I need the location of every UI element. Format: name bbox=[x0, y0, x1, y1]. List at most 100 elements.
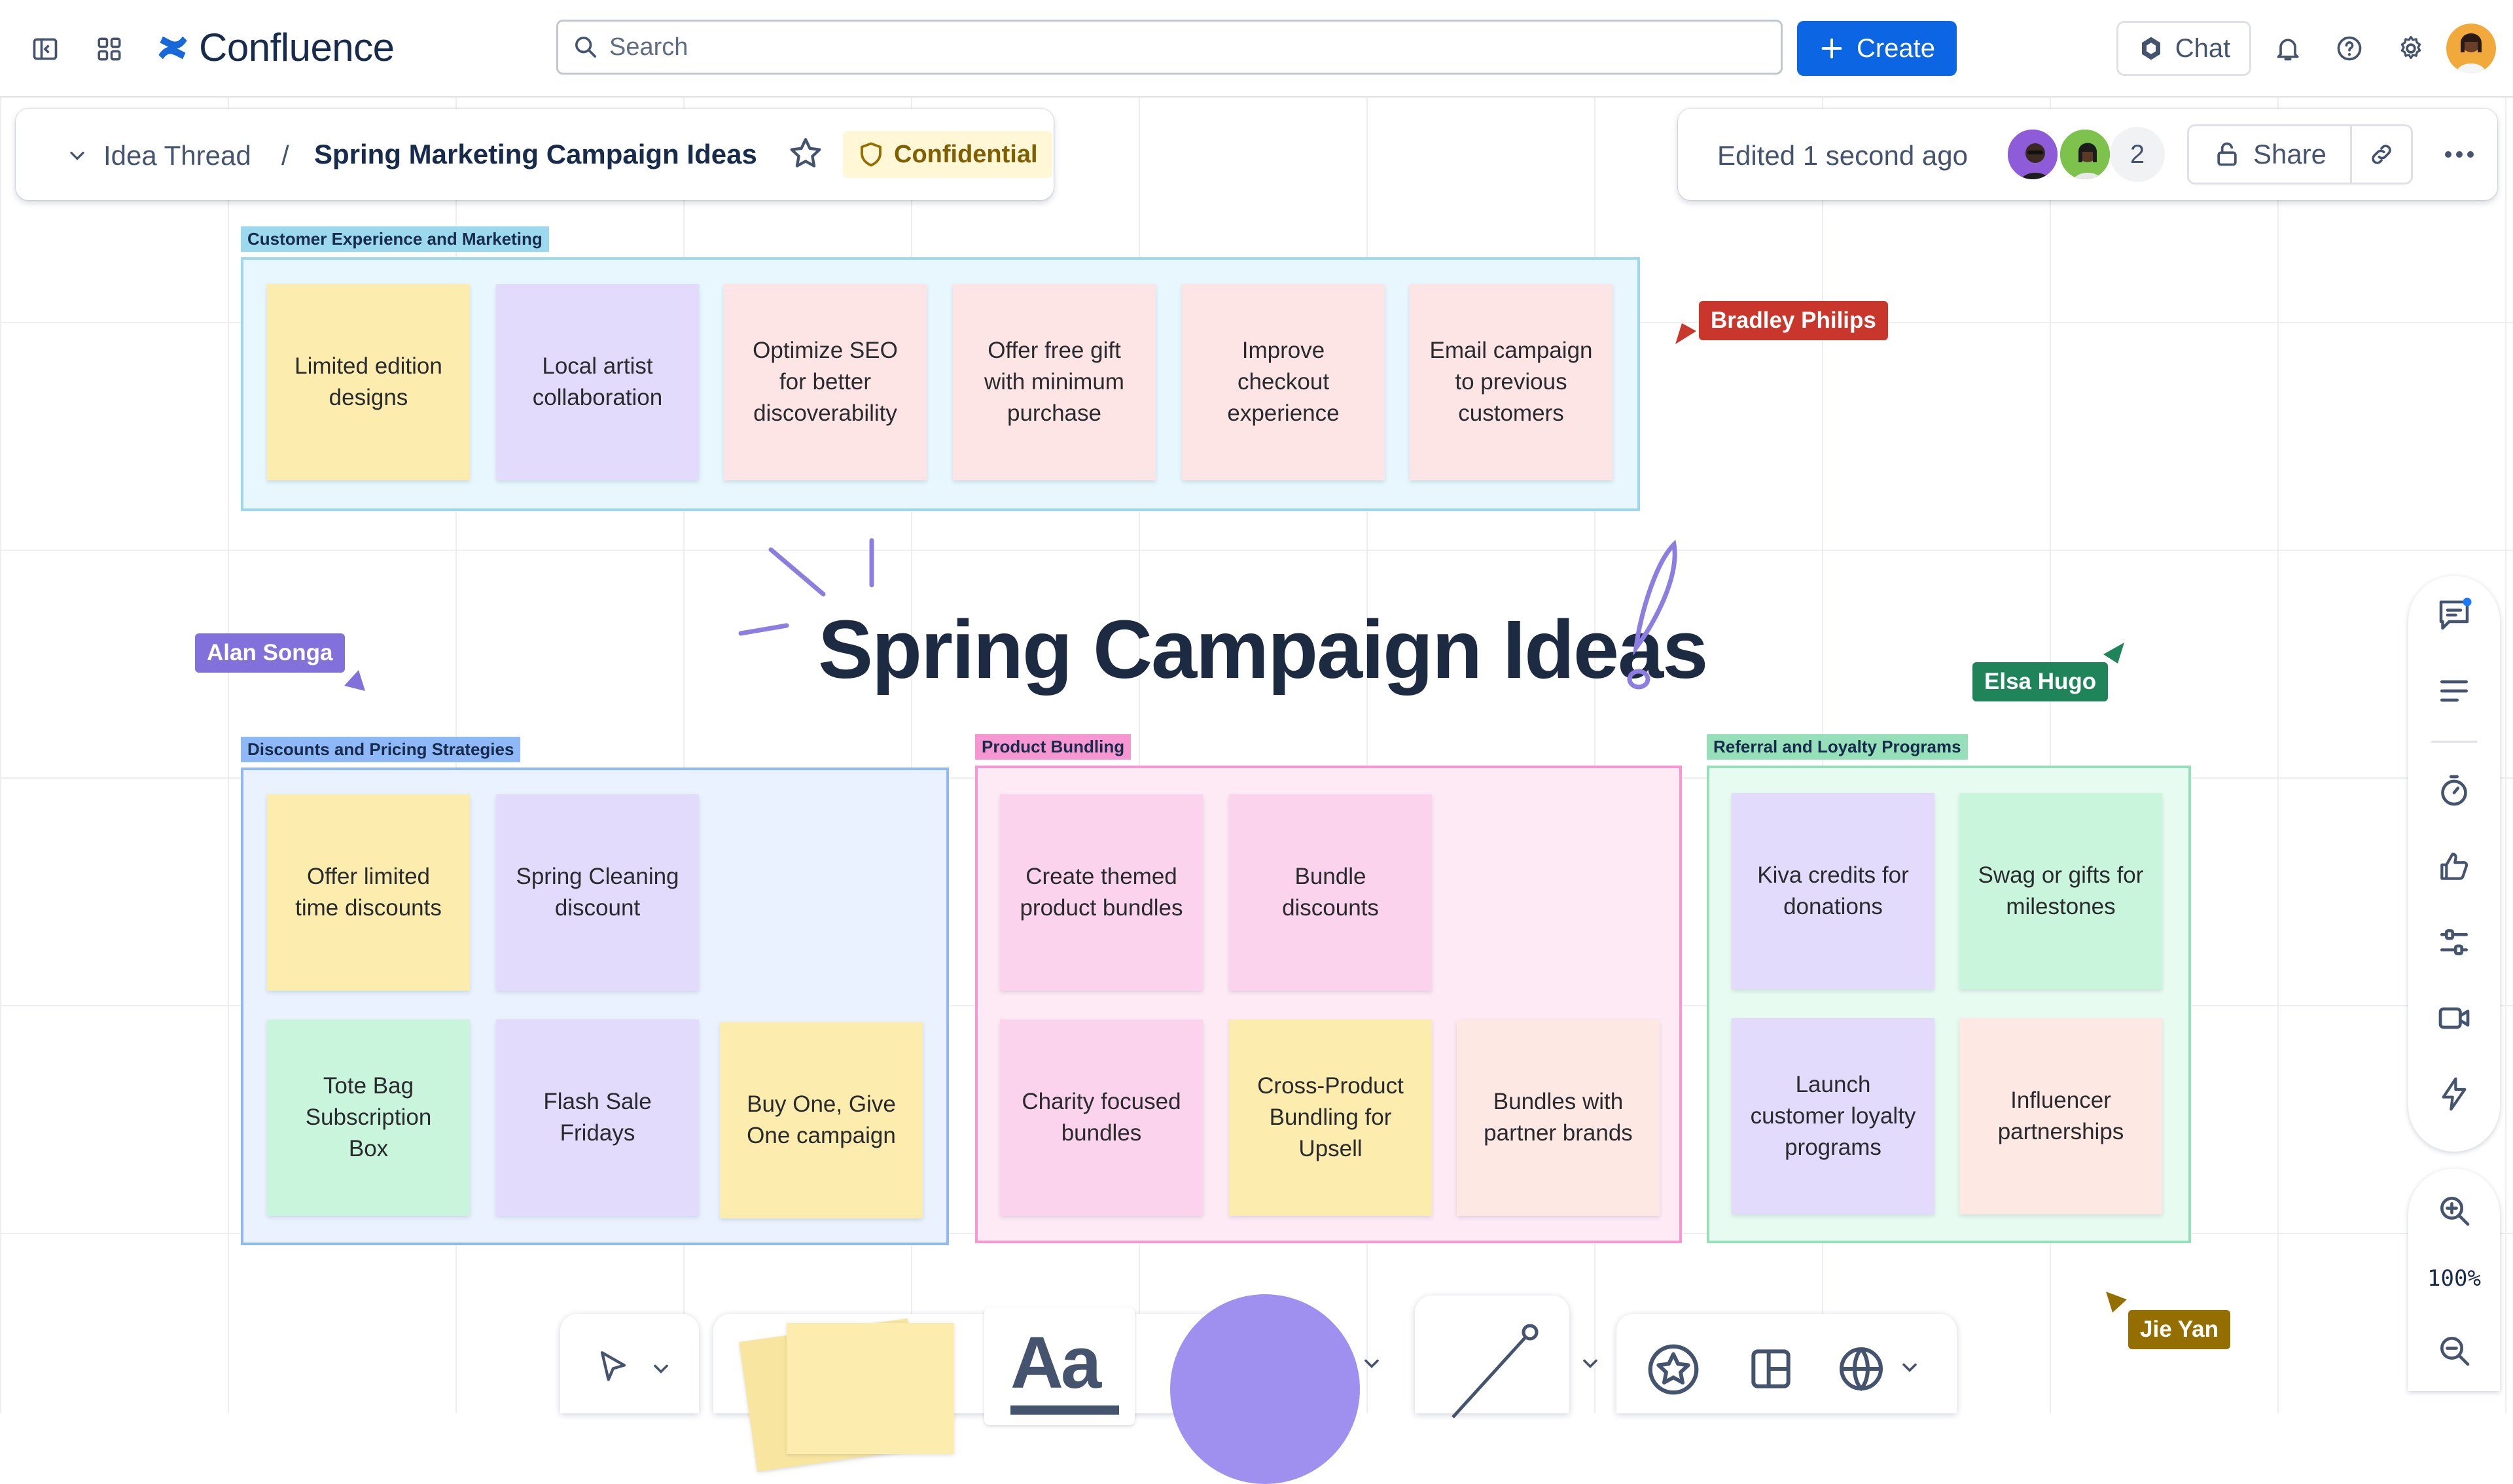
breadcrumb-separator: / bbox=[281, 140, 289, 171]
breadcrumb-space[interactable]: Idea Thread bbox=[65, 140, 251, 171]
right-tool-rail bbox=[2408, 576, 2500, 1152]
sticky-note[interactable]: Cross-Product Bundling for Upsell bbox=[1229, 1019, 1432, 1216]
timer-icon[interactable] bbox=[2408, 772, 2500, 809]
sticky-note[interactable]: Spring Cleaning discount bbox=[496, 794, 699, 991]
collaborator-cursor-label: Elsa Hugo bbox=[1972, 662, 2109, 701]
breadcrumb-space-label: Idea Thread bbox=[103, 140, 251, 171]
unlock-icon bbox=[2217, 142, 2237, 166]
sticky-note[interactable]: Kiva credits for donations bbox=[1732, 793, 1934, 989]
layout-template-icon[interactable] bbox=[1745, 1343, 1797, 1395]
top-navigation: Confluence Search Create Chat bbox=[0, 0, 2513, 97]
sticky-note[interactable]: Bundle discounts bbox=[1229, 794, 1432, 991]
chevron-down-icon[interactable] bbox=[1898, 1356, 1921, 1379]
sticky-note[interactable]: Email campaign to previous customers bbox=[1410, 284, 1613, 480]
viewer-count-badge[interactable]: 2 bbox=[2110, 127, 2165, 182]
search-icon bbox=[575, 37, 596, 58]
section-label[interactable]: Referral and Loyalty Programs bbox=[1707, 734, 1968, 760]
cursor-arrow-icon bbox=[2106, 1292, 2127, 1313]
help-icon[interactable] bbox=[2331, 30, 2368, 67]
section-label[interactable]: Discounts and Pricing Strategies bbox=[241, 737, 521, 762]
app-name: Confluence bbox=[199, 26, 395, 69]
chevron-down-icon[interactable] bbox=[1360, 1352, 1383, 1375]
sticky-note[interactable]: Offer free gift with minimum purchase bbox=[953, 284, 1156, 480]
pointer-select-icon[interactable] bbox=[594, 1348, 632, 1386]
sticky-note[interactable]: Buy One, Give One campaign bbox=[720, 1022, 923, 1218]
confluence-logo[interactable]: Confluence bbox=[156, 25, 395, 70]
board-title[interactable]: Spring Campaign Ideas bbox=[818, 602, 1708, 697]
section-label[interactable]: Product Bundling bbox=[975, 734, 1132, 760]
page-title: Spring Marketing Campaign Ideas bbox=[314, 139, 757, 169]
zoom-controls: 100% bbox=[2408, 1169, 2500, 1391]
create-tools-group: Aa bbox=[713, 1294, 1360, 1484]
sticky-note[interactable]: Limited edition designs bbox=[267, 284, 470, 480]
search-placeholder: Search bbox=[609, 33, 688, 61]
globe-icon[interactable] bbox=[1835, 1343, 1887, 1395]
line-connector-icon bbox=[1452, 1324, 1539, 1419]
hand-drawn-exclamation[interactable] bbox=[1616, 537, 1688, 694]
text-tool-label: Aa bbox=[1010, 1322, 1101, 1404]
collaborator-avatar[interactable] bbox=[2005, 127, 2060, 182]
shape-tool-circle[interactable] bbox=[1170, 1294, 1360, 1484]
chevron-down-icon[interactable] bbox=[649, 1357, 673, 1381]
notifications-bell-icon[interactable] bbox=[2270, 30, 2306, 67]
settings-gear-icon[interactable] bbox=[2393, 30, 2429, 67]
zoom-out-icon[interactable] bbox=[2408, 1332, 2500, 1369]
sticky-note[interactable]: Bundles with partner brands bbox=[1457, 1019, 1660, 1216]
sliders-icon[interactable] bbox=[2408, 924, 2500, 961]
sticky-note[interactable]: Launch customer loyalty programs bbox=[1732, 1018, 1934, 1214]
link-icon bbox=[2372, 145, 2391, 164]
comments-icon[interactable] bbox=[2408, 595, 2500, 635]
sticky-note[interactable]: Charity focused bundles bbox=[1000, 1019, 1203, 1216]
select-tool-group bbox=[560, 1314, 699, 1413]
create-button[interactable]: Create bbox=[1797, 21, 1957, 76]
sticky-note[interactable]: Swag or gifts for milestones bbox=[1959, 793, 2162, 989]
connector-tool[interactable] bbox=[1415, 1296, 1569, 1419]
user-avatar[interactable] bbox=[2446, 24, 2496, 73]
classification-badge[interactable]: Confidential bbox=[843, 131, 1052, 178]
video-icon[interactable] bbox=[2408, 1000, 2500, 1036]
sticky-note[interactable]: Local artist collaboration bbox=[496, 284, 699, 480]
zoom-in-icon[interactable] bbox=[2408, 1192, 2500, 1229]
vote-thumbs-up-icon[interactable] bbox=[2408, 848, 2500, 885]
page-header-card: Idea Thread / Spring Marketing Campaign … bbox=[16, 109, 1054, 200]
collaborator-cursor-label: Alan Songa bbox=[195, 633, 345, 673]
rovo-chat-icon bbox=[2141, 37, 2160, 60]
sticky-note[interactable]: Influencer partnerships bbox=[1959, 1018, 2162, 1214]
chevron-down-icon[interactable] bbox=[1578, 1352, 1602, 1375]
search-input[interactable]: Search bbox=[556, 20, 1783, 75]
share-label: Share bbox=[2253, 139, 2327, 169]
classification-label: Confidential bbox=[894, 140, 1038, 168]
confluence-logo-icon bbox=[158, 36, 187, 59]
edited-status: Edited 1 second ago bbox=[1717, 140, 1968, 171]
collaborator-avatar[interactable] bbox=[2058, 127, 2112, 182]
section-label[interactable]: Customer Experience and Marketing bbox=[241, 226, 549, 252]
create-label: Create bbox=[1856, 33, 1936, 63]
star-icon[interactable] bbox=[787, 135, 825, 176]
extra-tools-group bbox=[1616, 1314, 1957, 1413]
lightning-icon[interactable] bbox=[2408, 1076, 2500, 1112]
collaborator-cursor-label: Jie Yan bbox=[2128, 1310, 2231, 1349]
share-button[interactable]: Share bbox=[2187, 124, 2352, 185]
collaboration-status-card: Edited 1 second ago 2 Share bbox=[1678, 109, 2497, 200]
sticky-note-tool-top[interactable] bbox=[787, 1323, 954, 1454]
sticky-note[interactable]: Optimize SEO for better discoverability bbox=[724, 284, 927, 480]
sticky-note[interactable]: Offer limited time discounts bbox=[267, 794, 470, 991]
rail-divider bbox=[2408, 741, 2500, 743]
cursor-arrow-icon bbox=[344, 670, 365, 691]
sticky-note[interactable]: Tote Bag Subscription Box bbox=[267, 1019, 470, 1216]
text-tool[interactable]: Aa bbox=[984, 1307, 1135, 1425]
chevron-down-icon bbox=[70, 151, 84, 160]
zoom-level[interactable]: 100% bbox=[2408, 1265, 2500, 1292]
outline-icon[interactable] bbox=[2408, 673, 2500, 709]
chat-button[interactable]: Chat bbox=[2116, 21, 2251, 76]
app-switcher-icon[interactable] bbox=[93, 33, 126, 65]
sticky-note[interactable]: Create themed product bundles bbox=[1000, 794, 1203, 991]
copy-link-button[interactable] bbox=[2350, 124, 2413, 185]
chat-label: Chat bbox=[2175, 33, 2231, 63]
sticky-note[interactable]: Flash Sale Fridays bbox=[496, 1019, 699, 1216]
stamp-sticker-icon[interactable] bbox=[1643, 1339, 1704, 1400]
sticky-note[interactable]: Improve checkout experience bbox=[1182, 284, 1385, 480]
more-options-icon[interactable] bbox=[2429, 124, 2489, 185]
sidebar-toggle-icon[interactable] bbox=[29, 33, 62, 65]
plus-icon bbox=[1821, 38, 1842, 59]
